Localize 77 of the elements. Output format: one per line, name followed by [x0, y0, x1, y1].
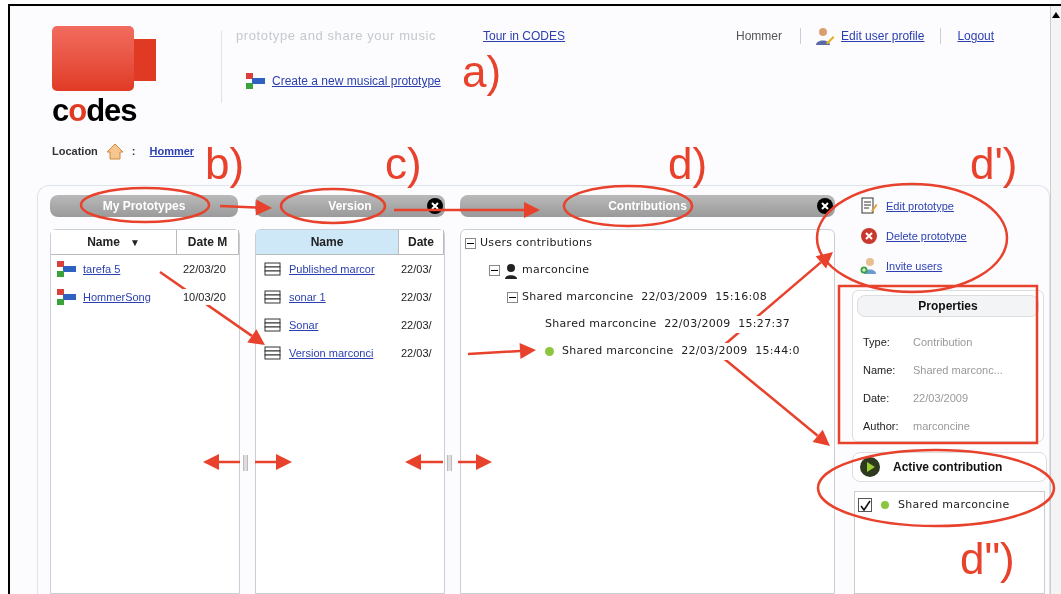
create-prototype-link[interactable]: Create a new musical prototype	[272, 72, 441, 90]
tour-link[interactable]: Tour in CODES	[483, 27, 566, 45]
properties-header: Properties	[857, 295, 1039, 317]
collapse-toggle[interactable]	[465, 238, 476, 249]
collapse-toggle[interactable]	[489, 265, 500, 276]
annotation-arrow	[405, 454, 443, 470]
prototype-link[interactable]: HommerSong	[83, 288, 151, 306]
splitter-handle[interactable]	[243, 455, 248, 471]
location-label: Location	[52, 143, 98, 159]
annotation-label: d')	[970, 140, 1018, 188]
property-value: Contribution	[913, 334, 973, 350]
close-icon	[431, 202, 439, 210]
property-label: Date:	[863, 390, 891, 406]
property-label: Name:	[863, 362, 897, 378]
version-link[interactable]: Version marconci	[289, 344, 374, 362]
edit-profile-link[interactable]: Edit user profile	[841, 27, 925, 45]
action-link[interactable]: Edit prototype	[886, 197, 954, 215]
property-value: 22/03/2009	[913, 390, 969, 406]
checkbox[interactable]	[858, 498, 872, 513]
annotation-label: b)	[205, 140, 245, 188]
blocks-icon	[57, 289, 77, 305]
username: Hommer	[736, 28, 783, 45]
property-value: marconcine	[913, 418, 970, 434]
prototype-link[interactable]: tarefa 5	[83, 260, 121, 278]
annotation-arrow	[458, 454, 492, 470]
home-icon	[105, 142, 124, 160]
document-stack-icon	[264, 318, 282, 332]
table-cell-text: 22/03/	[400, 261, 432, 277]
tagline: prototype and share your music	[236, 27, 438, 46]
logout-link[interactable]: Logout	[957, 27, 995, 45]
column-header[interactable]: Name	[256, 230, 399, 254]
property-label: Type:	[863, 334, 891, 350]
property-label: Author:	[863, 418, 900, 434]
table-cell-text: 22/03/	[400, 345, 432, 361]
annotation-arrow	[255, 454, 292, 470]
annotation-label: d)	[668, 140, 708, 188]
close-icon	[821, 202, 829, 210]
scroll-up-icon	[1052, 12, 1060, 18]
blocks-icon	[57, 261, 77, 277]
close-button[interactable]	[817, 198, 833, 214]
user-icon	[504, 262, 518, 279]
panel-title: My Prototypes	[102, 198, 186, 215]
version-link[interactable]: Published marcor	[289, 260, 375, 278]
blocks-icon	[246, 73, 266, 89]
check-icon	[859, 499, 871, 511]
annotation-arrow	[219, 199, 272, 216]
table-cell-text: 22/03/	[400, 289, 432, 305]
user-add-icon	[860, 257, 878, 275]
document-stack-icon	[264, 346, 282, 360]
contribution-label: Shared marconcine	[898, 497, 1010, 513]
document-stack-icon	[264, 262, 282, 276]
panel-title: Version	[328, 198, 372, 215]
tree-item[interactable]: Shared marconcine 22/03/2009 15:44:0	[562, 343, 800, 360]
annotation-arrow	[467, 342, 536, 359]
property-value: Shared marconc...	[913, 362, 1003, 378]
active-contribution-header: Active contribution	[852, 452, 1047, 482]
document-stack-icon	[264, 290, 282, 304]
collapse-toggle[interactable]	[507, 292, 518, 303]
annotation-label: c)	[385, 140, 422, 188]
annotation-label: d")	[960, 535, 1015, 583]
action-link[interactable]: Invite users	[886, 257, 943, 275]
table-cell: 10/03/20	[183, 288, 226, 306]
table-cell-text: 22/03/	[400, 317, 432, 333]
version-link[interactable]: Sonar	[289, 316, 319, 334]
action-link[interactable]: Delete prototype	[886, 227, 967, 245]
user-pencil-icon	[815, 27, 836, 45]
panel-title: Contributions	[608, 198, 687, 215]
play-icon	[859, 456, 881, 478]
version-link[interactable]: sonar 1	[289, 288, 326, 306]
notepad-pencil-icon	[860, 197, 878, 215]
delete-icon	[860, 227, 878, 245]
annotation-arrow	[203, 454, 240, 470]
column-header[interactable]: Name ▼	[51, 230, 177, 254]
tree-item[interactable]: Shared marconcine 22/03/2009 15:27:37	[545, 316, 791, 333]
location-separator: :	[131, 143, 136, 159]
splitter-handle[interactable]	[447, 455, 452, 471]
annotation-label: a)	[462, 48, 502, 96]
